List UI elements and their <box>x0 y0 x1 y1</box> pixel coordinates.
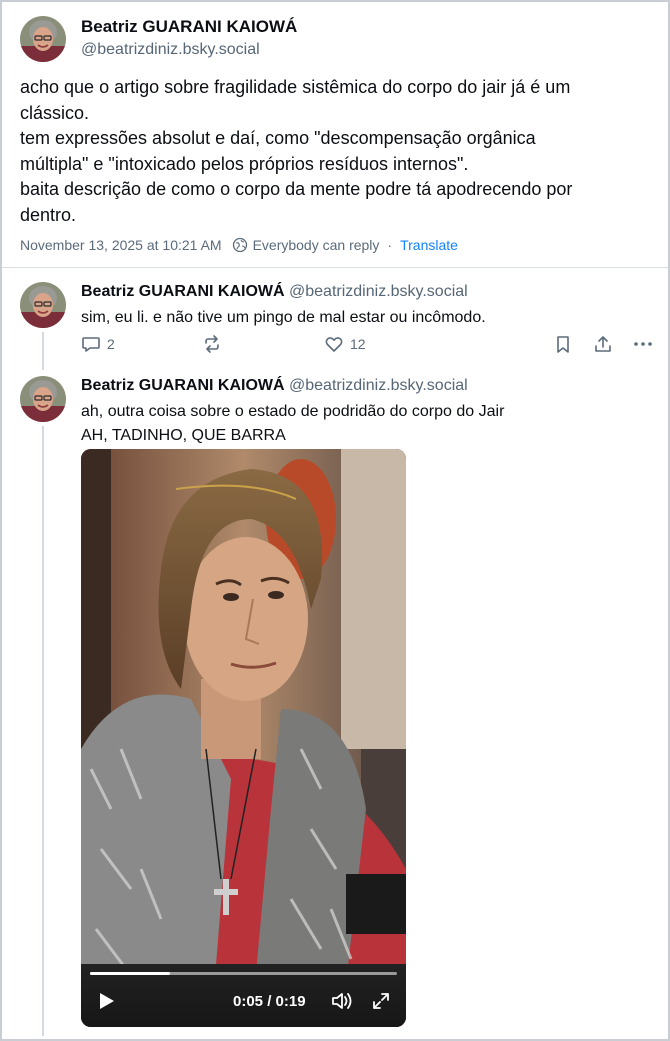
meta-separator: · <box>387 237 393 253</box>
thread-line <box>42 426 44 1036</box>
like-count: 12 <box>350 336 366 352</box>
reply-text-line: ah, outra coisa sobre o estado de podrid… <box>81 403 505 420</box>
video-frame <box>81 449 406 1027</box>
post-meta: November 13, 2025 at 10:21 AM Everybody … <box>20 237 458 253</box>
post-text: acho que o artigo sobre fragilidade sist… <box>20 75 656 228</box>
post-actions: 2 12 <box>81 334 656 360</box>
share-button[interactable] <box>593 334 613 354</box>
post-timestamp[interactable]: November 13, 2025 at 10:21 AM <box>20 237 222 253</box>
bookmark-button[interactable] <box>553 334 573 354</box>
translate-link[interactable]: Translate <box>400 237 458 253</box>
reply-author[interactable]: Beatriz GUARANI KAIOWÁ @beatrizdiniz.bsk… <box>81 283 468 301</box>
like-button[interactable]: 12 <box>324 334 366 354</box>
avatar[interactable] <box>20 16 66 62</box>
more-button[interactable] <box>632 334 654 354</box>
post-thread: Beatriz GUARANI KAIOWÁ @beatrizdiniz.bsk… <box>0 0 670 1041</box>
author-name[interactable]: Beatriz GUARANI KAIOWÁ <box>81 283 285 300</box>
video-progress-bar[interactable] <box>90 972 397 975</box>
reply-setting: Everybody can reply <box>252 237 380 253</box>
video-progress-fill <box>90 972 170 975</box>
fullscreen-icon[interactable] <box>371 991 391 1011</box>
author-handle[interactable]: @beatrizdiniz.bsky.social <box>289 377 468 394</box>
post-text-line: acho que o artigo sobre fragilidade sist… <box>20 77 571 97</box>
repost-button[interactable] <box>202 334 222 354</box>
author-name[interactable]: Beatriz GUARANI KAIOWÁ <box>81 17 297 37</box>
repost-icon <box>205 335 219 353</box>
more-icon <box>634 342 652 346</box>
play-icon[interactable] <box>96 991 116 1011</box>
post-text-line: tem expressões absolut e daí, como "desc… <box>20 128 536 148</box>
author-handle[interactable]: @beatrizdiniz.bsky.social <box>289 283 468 300</box>
like-icon <box>325 337 343 352</box>
author-name[interactable]: Beatriz GUARANI KAIOWÁ <box>81 377 285 394</box>
thread-line <box>42 332 44 370</box>
reply-author[interactable]: Beatriz GUARANI KAIOWÁ @beatrizdiniz.bsk… <box>81 377 468 395</box>
reply-icon <box>82 337 100 352</box>
reply-button[interactable]: 2 <box>81 334 115 354</box>
post-text-line: clássico. <box>20 102 90 123</box>
reply-text-line: AH, TADINHO, QUE BARRA <box>81 427 286 444</box>
video-controls: 0:05 / 0:19 <box>81 964 406 1027</box>
reply-text: sim, eu li. e não tive um pingo de mal e… <box>81 309 486 326</box>
video-player[interactable]: 0:05 / 0:19 <box>81 449 406 1027</box>
avatar[interactable] <box>20 376 66 422</box>
bookmark-icon <box>557 336 569 353</box>
post-text-line: dentro. <box>20 204 77 225</box>
volume-icon[interactable] <box>330 990 354 1012</box>
main-post: Beatriz GUARANI KAIOWÁ @beatrizdiniz.bsk… <box>2 2 668 268</box>
avatar[interactable] <box>20 282 66 328</box>
share-icon <box>595 336 611 352</box>
globe-icon <box>232 237 247 253</box>
video-time: 0:05 / 0:19 <box>233 993 306 1010</box>
post-text-line: múltipla" e "intoxicado pelos próprios r… <box>20 153 469 174</box>
reply-count: 2 <box>107 336 115 352</box>
author-handle[interactable]: @beatrizdiniz.bsky.social <box>81 41 260 59</box>
post-text-line: baita descrição de como o corpo da mente… <box>20 179 573 199</box>
